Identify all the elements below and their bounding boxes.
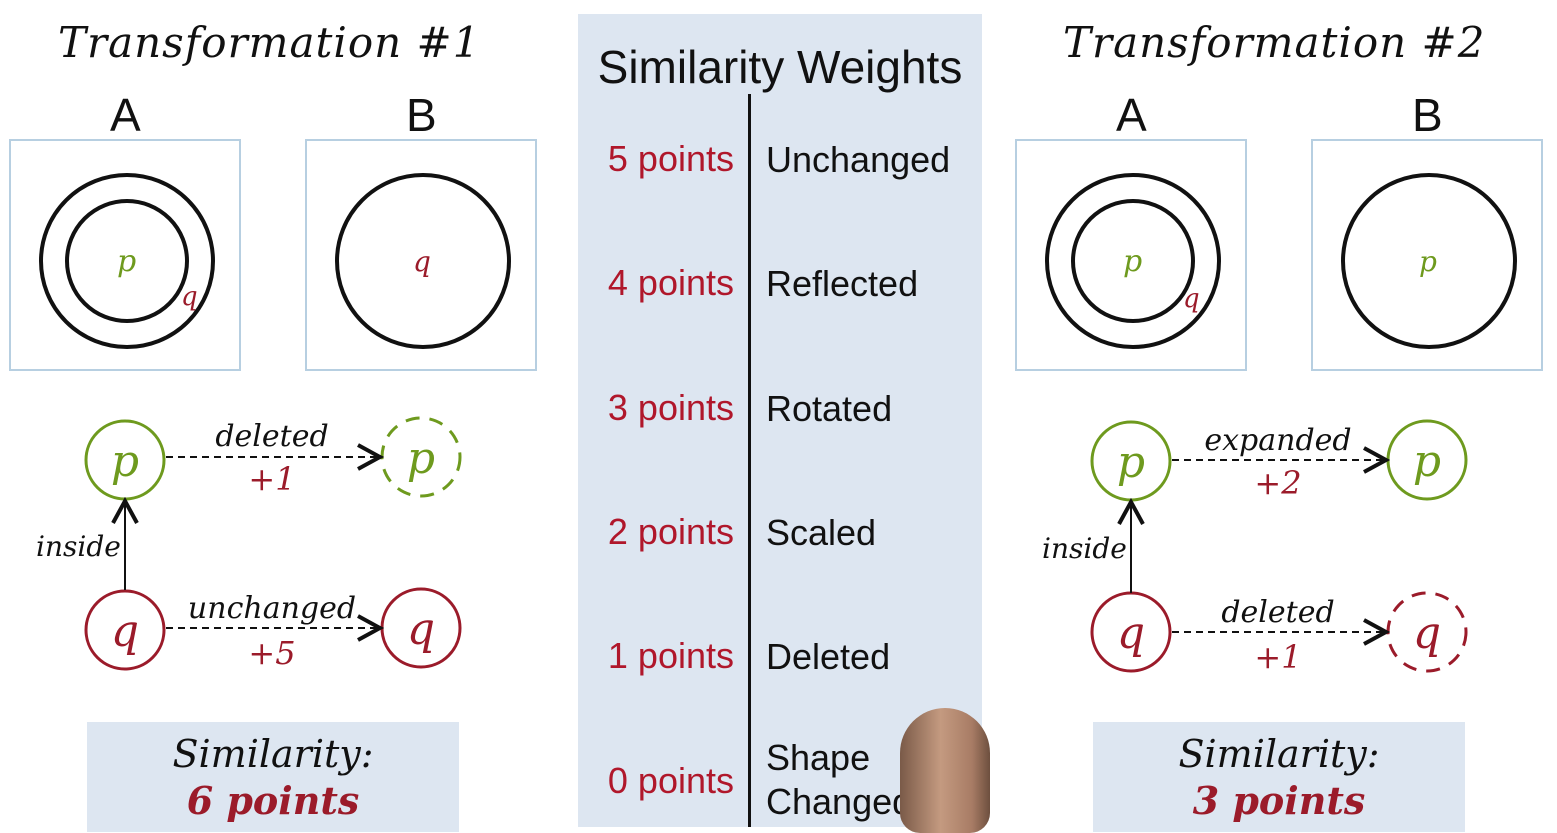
t2-similarity-label: Similarity: <box>1178 732 1380 776</box>
t2-node-q-result-label: q <box>1413 608 1441 659</box>
weight-label-line2: Changed <box>766 781 913 822</box>
t2-edge-p-score: +2 <box>1254 464 1301 502</box>
t1-similarity-box: Similarity: 6 points <box>87 722 459 832</box>
weight-points: 0 points <box>607 760 734 801</box>
t2-node-p-result-label: p <box>1413 436 1441 487</box>
t1-similarity-value: 6 points <box>186 778 360 823</box>
t2-edge-q-label: deleted <box>1221 595 1334 630</box>
t1-similarity-label: Similarity: <box>172 732 374 776</box>
t2-similarity-value: 3 points <box>1192 778 1366 823</box>
t2-inside-label: inside <box>1042 532 1127 565</box>
t2-similarity-box: Similarity: 3 points <box>1093 722 1465 832</box>
presenter-finger <box>900 708 990 833</box>
t2-edge-p-label: expanded <box>1204 423 1351 458</box>
t2-edge-q-score: +1 <box>1254 638 1301 676</box>
t2-graph: p p expanded +2 q q deleted +1 inside <box>1042 419 1468 676</box>
t2-node-q-label: q <box>1117 608 1145 659</box>
t2-node-p-label: p <box>1117 437 1145 488</box>
weight-label-line1: Shape <box>766 737 871 778</box>
